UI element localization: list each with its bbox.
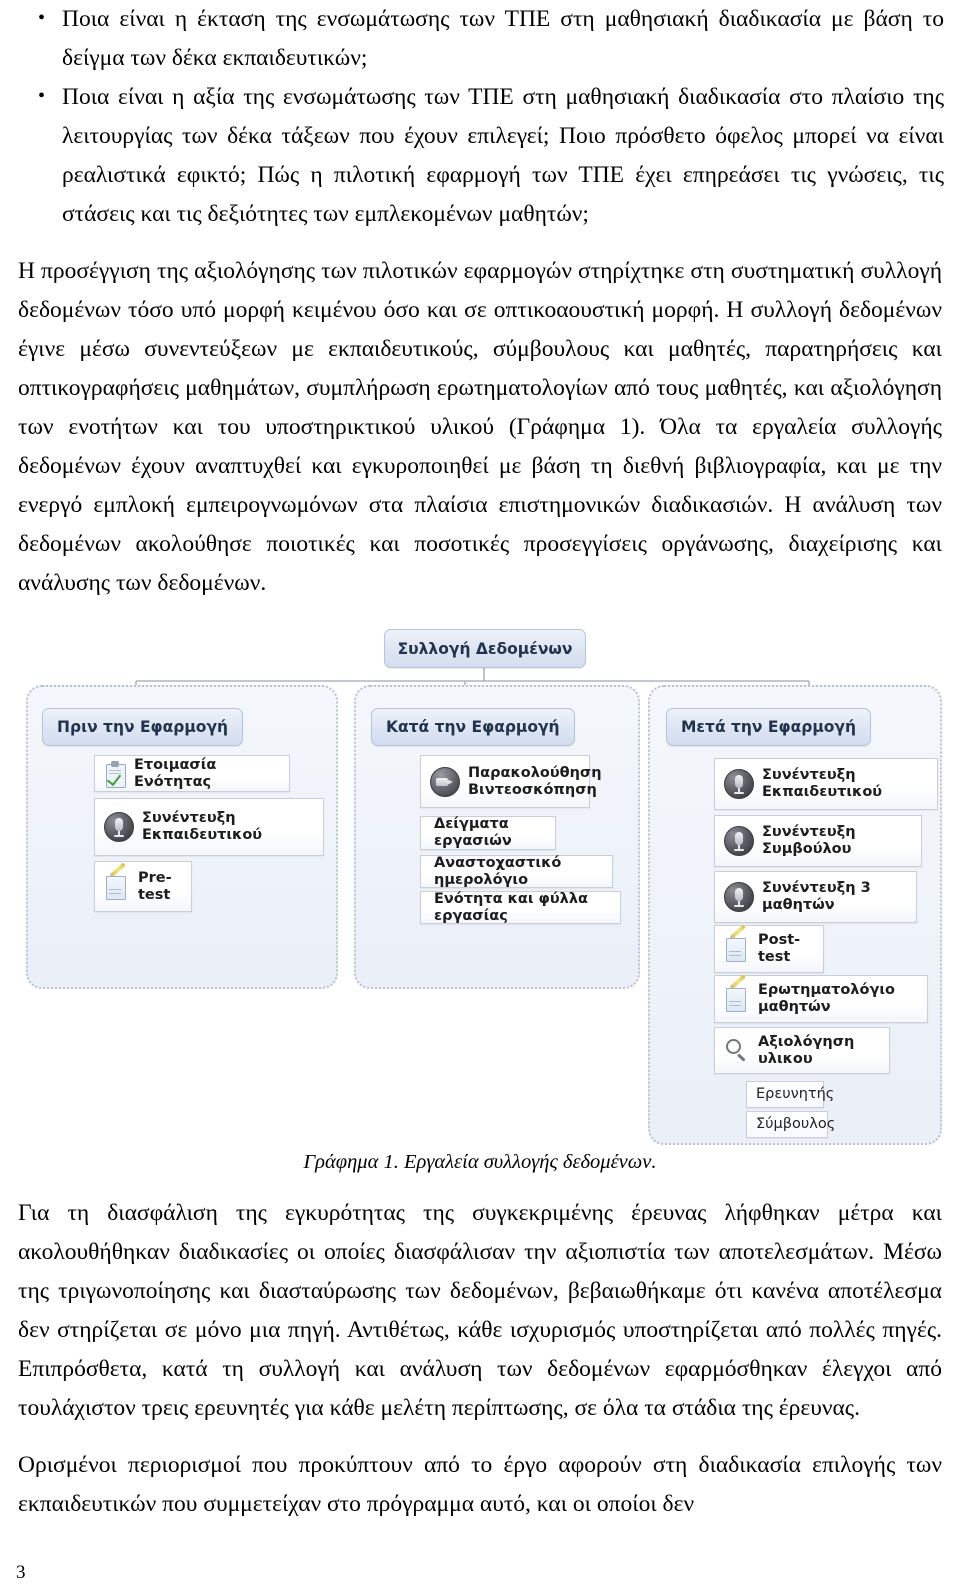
video-camera-icon [430,766,460,797]
diagram-subleaf: Ερευνητής [746,1081,834,1108]
paragraph-validity: Για τη διασφάλιση της εγκυρότητας της συ… [18,1200,942,1421]
microphone-icon [104,812,134,842]
diagram-leaf-label: Συνέντευξη Συμβούλου [762,824,856,857]
notepad-pencil-icon [724,924,750,963]
diagram-subleaf: Σύμβουλος [746,1111,835,1138]
diagram-leaf: Συνέντευξη 3 μαθητών [714,871,917,923]
diagram-leaf-label: Αναστοχαστικό ημερολόγιο [434,854,562,888]
diagram-group-title-during: Κατά την Εφαρμογή [371,708,575,746]
diagram-leaf: Αναστοχαστικό ημερολόγιο [420,855,613,888]
diagram-leaf-label: Δείγματα εργασιών [434,816,512,849]
diagram-leaf: Ετοιμασία Ενότητας [94,755,290,792]
diagram-leaf: Ερωτηματολόγιο μαθητών [714,974,928,1023]
clipboard-check-icon [104,760,126,788]
diagram-leaf-label: Ετοιμασία Ενότητας [134,756,217,790]
diagram-leaf-label: Συνέντευξη 3 μαθητών [762,880,871,913]
diagram-leaf-label: Ερωτηματολόγιο μαθητών [758,982,895,1015]
diagram-group-title-after: Μετά την Εφαρμογή [666,708,871,746]
diagram-leaf: Συνέντευξη Εκπαιδευτικού [94,798,324,856]
diagram-leaf-label: Post-test [758,932,801,965]
page-number: 3 [16,1562,26,1583]
notepad-pencil-icon [724,974,750,1013]
diagram-leaf-label: Συνέντευξη Εκπαιδευτικού [142,810,263,843]
list-item: Ποια είναι η αξία της ενσωμάτωσης των ΤΠ… [16,77,944,234]
diagram-leaf-label: Pre-test [138,869,172,903]
microphone-icon [724,826,754,856]
diagram-leaf-label: Αξιολόγηση υλικου [758,1033,855,1067]
diagram-leaf-label: Συνέντευξη Εκπαιδευτικού [762,767,883,800]
microphone-icon [724,882,754,912]
data-collection-diagram: Συλλογή Δεδομένων Πριν την Εφαρμογή Ετοι… [16,603,944,1148]
diagram-leaf: Ενότητα και φύλλα εργασίας [420,891,621,924]
diagram-leaf: Δείγματα εργασιών [420,816,556,850]
notepad-pencil-icon [104,861,130,901]
figure-caption: Γράφημα 1. Εργαλεία συλλογής δεδομένων. [303,1151,657,1173]
diagram-leaf-label: Παρακολούθηση Βιντεοσκόπηση [468,764,602,798]
list-item: Ποια είναι η έκταση της ενσωμάτωσης των … [16,0,944,78]
document-page: Ποια είναι η έκταση της ενσωμάτωσης των … [0,0,960,1590]
microphone-icon [724,769,754,799]
paragraph-limitations: Ορισμένοι περιορισμοί που προκύπτουν από… [18,1452,942,1517]
diagram-leaf: Παρακολούθηση Βιντεοσκόπηση [420,755,602,808]
diagram-leaf: Αξιολόγηση υλικου [714,1027,890,1074]
diagram-subleaf-label: Σύμβουλος [756,1116,836,1132]
research-questions-list: Ποια είναι η έκταση της ενσωμάτωσης των … [16,0,944,234]
paragraph-methodology: Η προσέγγιση της αξιολόγησης των πιλοτικ… [18,258,942,596]
diagram-root-node: Συλλογή Δεδομένων [384,629,586,668]
diagram-group-title-before: Πριν την Εφαρμογή [42,708,244,746]
diagram-leaf: Pre-test [94,861,192,912]
diagram-leaf: Συνέντευξη Συμβούλου [714,815,922,867]
diagram-leaf: Post-test [714,924,824,973]
diagram-leaf: Συνέντευξη Εκπαιδευτικού [714,758,938,810]
magnifier-icon [724,1038,750,1064]
diagram-leaf-label: Ενότητα και φύλλα εργασίας [434,890,588,924]
diagram-subleaf-label: Ερευνητής [756,1086,835,1102]
